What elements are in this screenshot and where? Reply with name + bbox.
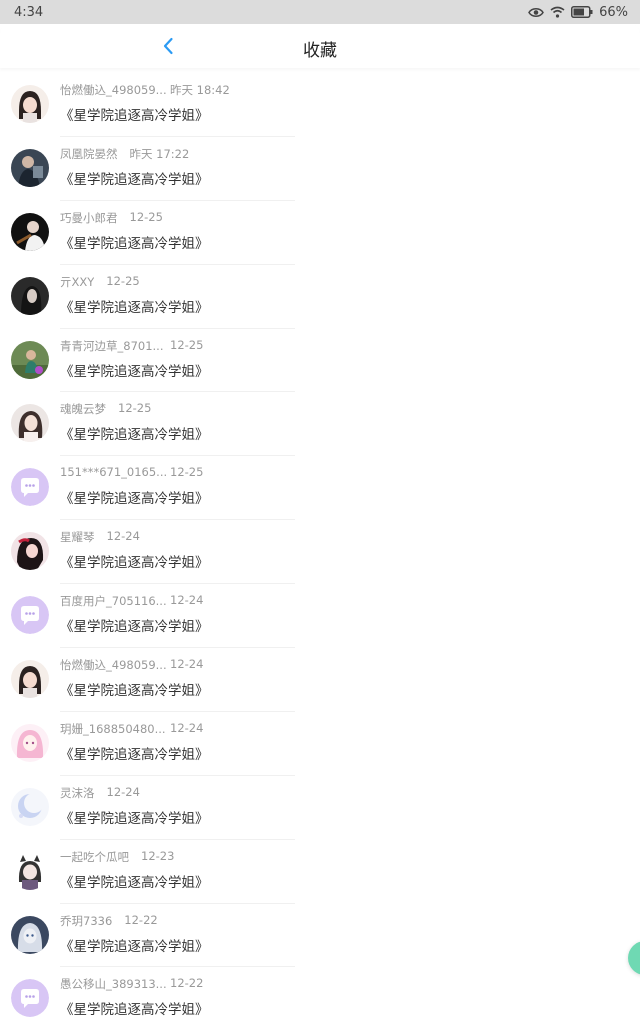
item-time: 12-24	[106, 529, 140, 544]
user-name: 玥姗_168850480...	[60, 721, 166, 736]
list-item[interactable]: 星耀琴 12-24 《星学院追逐高冷学姐》	[0, 520, 640, 585]
user-name: 星耀琴	[60, 530, 95, 545]
avatar[interactable]	[11, 212, 49, 251]
list-item[interactable]: 灵沫洛 12-24 《星学院追逐高冷学姐》	[0, 776, 640, 840]
item-title: 《星学院追逐高冷学姐》	[60, 491, 209, 508]
list-item[interactable]: 一起吃个瓜吧 12-23 《星学院追逐高冷学姐》	[0, 840, 640, 904]
user-name: 巧曼小郎君	[60, 210, 118, 225]
list-item[interactable]: 怡燃働込_498059... 昨天 18:42 《星学院追逐高冷学姐》	[0, 73, 640, 137]
item-time: 12-22	[170, 976, 204, 991]
item-time: 12-25	[106, 273, 140, 288]
item-time: 12-22	[124, 912, 158, 927]
item-title: 《星学院追逐高冷学姐》	[60, 683, 209, 700]
item-title: 《星学院追逐高冷学姐》	[60, 1002, 209, 1019]
default-avatar-icon[interactable]	[11, 596, 49, 635]
item-time: 12-25	[170, 465, 204, 480]
user-name: 魂魄云梦	[60, 402, 106, 417]
default-avatar-icon[interactable]	[11, 979, 49, 1018]
item-title: 《星学院追逐高冷学姐》	[60, 108, 209, 124]
user-name: 青青河边草_8701...	[60, 338, 164, 353]
item-title: 《星学院追逐高冷学姐》	[60, 299, 209, 316]
list-item[interactable]: 巧曼小郎君 12-25 《星学院追逐高冷学姐》	[0, 201, 640, 265]
user-name: 怡燃働込_498059...	[60, 83, 167, 97]
avatar[interactable]	[11, 787, 49, 826]
item-title: 《星学院追逐高冷学姐》	[60, 810, 209, 827]
list-item[interactable]: 玥姗_168850480... 12-24 《星学院追逐高冷学姐》	[0, 712, 640, 776]
battery-percent: 66%	[599, 4, 628, 20]
avatar[interactable]	[11, 532, 49, 571]
status-icons: 66%	[528, 5, 628, 20]
avatar[interactable]	[11, 340, 49, 379]
item-time: 12-25	[129, 209, 163, 224]
avatar[interactable]	[11, 660, 49, 699]
item-time: 12-25	[170, 337, 204, 352]
item-time: 昨天 17:22	[129, 146, 190, 161]
user-name: 百度用户_705116...	[60, 594, 167, 609]
item-title: 《星学院追逐高冷学姐》	[60, 938, 209, 955]
battery-icon	[571, 6, 593, 18]
user-name: 灵沫洛	[60, 785, 95, 800]
list-item[interactable]: 愚公移山_389313... 12-22 《星学院追逐高冷学姐》	[0, 967, 640, 1024]
nav-bar: 收藏	[0, 24, 640, 68]
user-name: 愚公移山_389313...	[60, 977, 167, 992]
list-item[interactable]: 凤凰院晏然 昨天 17:22 《星学院追逐高冷学姐》	[0, 137, 640, 201]
list-item[interactable]: 百度用户_705116... 12-24 《星学院追逐高冷学姐》	[0, 584, 640, 648]
user-name: 一起吃个瓜吧	[60, 849, 129, 864]
avatar[interactable]	[11, 723, 49, 762]
item-title: 《星学院追逐高冷学姐》	[60, 619, 209, 636]
list-item[interactable]: 亓XXY 12-25 《星学院追逐高冷学姐》	[0, 265, 640, 329]
wifi-icon	[550, 6, 565, 18]
item-title: 《星学院追逐高冷学姐》	[60, 171, 209, 188]
item-time: 12-25	[118, 401, 152, 416]
user-name: 151***671_0165...	[60, 465, 168, 480]
item-time: 12-24	[170, 657, 204, 672]
eye-icon	[528, 7, 544, 18]
item-title: 《星学院追逐高冷学姐》	[60, 746, 209, 763]
avatar[interactable]	[11, 276, 49, 315]
list-item[interactable]: 青青河边草_8701... 12-25 《星学院追逐高冷学姐》	[0, 329, 640, 393]
item-time: 12-23	[141, 848, 175, 863]
list-item[interactable]: 151***671_0165... 12-25 《星学院追逐高冷学姐》	[0, 456, 640, 521]
item-time: 12-24	[170, 720, 204, 735]
user-name: 乔玥7336	[60, 913, 113, 928]
avatar[interactable]	[11, 851, 49, 890]
favorites-list: 怡燃働込_498059... 昨天 18:42 《星学院追逐高冷学姐》 凤凰院晏然…	[0, 73, 640, 1024]
user-name: 凤凰院晏然	[60, 146, 118, 161]
item-time: 昨天 18:42	[170, 83, 230, 97]
status-bar: 4:34 66%	[0, 0, 640, 24]
default-avatar-icon[interactable]	[11, 468, 49, 507]
item-time: 12-24	[106, 784, 140, 799]
list-item[interactable]: 乔玥7336 12-22 《星学院追逐高冷学姐》	[0, 904, 640, 968]
list-item[interactable]: 魂魄云梦 12-25 《星学院追逐高冷学姐》	[0, 392, 640, 457]
user-name: 怡燃働込_498059...	[60, 658, 167, 673]
item-title: 《星学院追逐高冷学姐》	[60, 363, 209, 380]
item-title: 《星学院追逐高冷学姐》	[60, 235, 209, 252]
item-title: 《星学院追逐高冷学姐》	[60, 427, 209, 444]
avatar[interactable]	[11, 148, 49, 187]
avatar[interactable]	[11, 404, 49, 443]
user-name: 亓XXY	[60, 274, 95, 289]
list-item[interactable]: 怡燃働込_498059... 12-24 《星学院追逐高冷学姐》	[0, 648, 640, 712]
item-title: 《星学院追逐高冷学姐》	[60, 555, 209, 572]
avatar[interactable]	[11, 85, 49, 123]
item-time: 12-24	[170, 593, 204, 608]
item-title: 《星学院追逐高冷学姐》	[60, 874, 209, 891]
avatar[interactable]	[11, 915, 49, 954]
page-title: 收藏	[303, 41, 337, 61]
status-time: 4:34	[14, 4, 44, 20]
